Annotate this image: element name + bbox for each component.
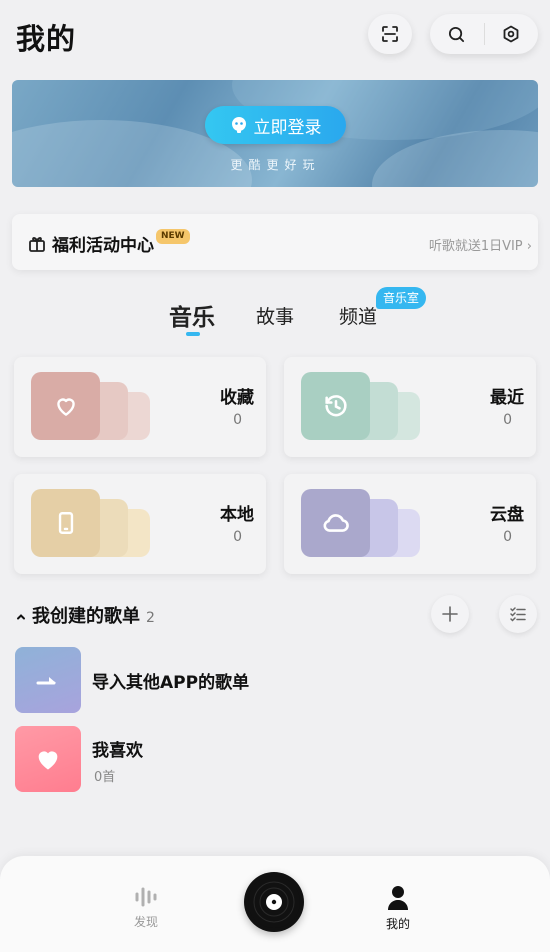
folder-front-local: [31, 489, 100, 557]
playlist-cover-liked[interactable]: [15, 726, 81, 792]
checklist-icon: [510, 607, 526, 622]
chevron-up-icon: [17, 614, 25, 620]
category-count-local: 0: [233, 529, 242, 545]
manage-playlists-button[interactable]: [499, 595, 537, 633]
settings-icon: [503, 25, 519, 43]
folder-front-cloud: [301, 489, 370, 557]
playlists-section-title: 我创建的歌单: [32, 606, 140, 627]
tab-channels[interactable]: 频道: [339, 302, 377, 329]
login-label: 立即登录: [253, 117, 322, 138]
welfare-promo-text: 听歌就送1日VIP: [428, 239, 523, 254]
chevron-right-icon: ›: [526, 239, 532, 254]
playlist-title-import[interactable]: 导入其他APP的歌单: [92, 668, 249, 693]
cloud-icon: [323, 514, 349, 532]
playlists-section-header[interactable]: 我创建的歌单 2: [16, 602, 155, 628]
nav-mine-label: 我的: [386, 917, 411, 931]
welfare-promo[interactable]: 听歌就送1日VIP ›: [429, 235, 532, 254]
page-title: 我的: [16, 22, 77, 56]
welfare-title-text: 福利活动中心: [52, 236, 154, 256]
welfare-title: 福利活动中心: [28, 231, 154, 256]
mascot-icon: [231, 117, 246, 133]
login-subtitle: 更酷更好玩: [230, 158, 321, 172]
add-playlist-button[interactable]: [431, 595, 469, 633]
new-badge: NEW: [156, 229, 190, 244]
category-label-recent: 最近: [490, 388, 524, 408]
settings-button[interactable]: [484, 14, 538, 54]
gift-icon: [29, 236, 45, 252]
header-action-pill: [430, 14, 538, 54]
category-count-cloud: 0: [503, 529, 512, 545]
folder-front-favorites: [31, 372, 100, 440]
playlist-subtitle-liked: 0首: [94, 770, 116, 785]
phone-icon: [58, 512, 73, 534]
category-label-local: 本地: [220, 505, 254, 525]
folder-front-recent: [301, 372, 370, 440]
discover-icon: [135, 887, 157, 907]
category-label-cloud: 云盘: [490, 505, 524, 525]
category-label-favorites: 收藏: [220, 388, 254, 408]
playlists-count: 2: [146, 610, 155, 626]
heart-icon: [38, 751, 58, 770]
tab-music[interactable]: 音乐: [169, 298, 215, 332]
playlist-title-liked[interactable]: 我喜欢: [92, 736, 143, 761]
scan-icon: [382, 26, 398, 42]
tab-active-indicator: [186, 332, 200, 336]
nav-mine[interactable]: 我的: [386, 885, 410, 932]
search-button[interactable]: [430, 14, 484, 54]
import-icon: [36, 677, 56, 685]
heart-icon: [56, 398, 75, 416]
music-room-badge: 音乐室: [376, 287, 427, 309]
tab-stories[interactable]: 故事: [256, 302, 294, 329]
clock-icon: [324, 395, 347, 417]
category-count-recent: 0: [503, 412, 512, 428]
login-button[interactable]: 立即登录: [205, 106, 346, 144]
nav-discover[interactable]: 发现: [132, 885, 160, 930]
vinyl-icon: [248, 876, 300, 928]
plus-icon: [442, 606, 458, 622]
nav-discover-label: 发现: [133, 915, 158, 929]
playlist-cover-import[interactable]: [15, 647, 81, 713]
search-icon: [449, 26, 465, 42]
user-icon: [388, 886, 408, 910]
scan-button[interactable]: [368, 14, 412, 54]
now-playing-disc[interactable]: [244, 872, 304, 932]
category-count-favorites: 0: [233, 412, 242, 428]
